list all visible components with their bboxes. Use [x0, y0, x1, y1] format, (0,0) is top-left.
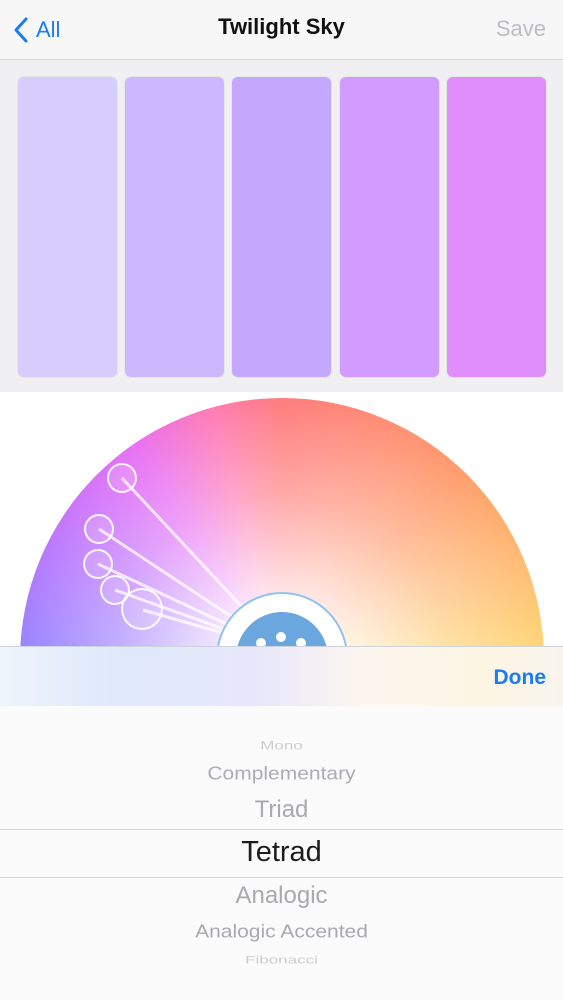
swatch-1[interactable] — [18, 77, 117, 377]
color-handle-3[interactable] — [83, 549, 113, 579]
save-button[interactable]: Save — [496, 16, 546, 42]
swatch-4[interactable] — [340, 77, 439, 377]
navigation-bar: All Twilight Sky Save — [0, 0, 563, 60]
picker-option-selected[interactable]: Tetrad — [0, 836, 563, 869]
picker-selection-line-bottom — [0, 877, 563, 878]
swatch-5[interactable] — [447, 77, 546, 377]
color-wheel-area — [0, 392, 563, 650]
color-handle-1[interactable] — [107, 463, 137, 493]
picker-option-triad[interactable]: Triad — [0, 796, 563, 824]
picker-option-analogic-accented[interactable]: Analogic Accented — [0, 921, 563, 943]
picker-option-analogic[interactable]: Analogic — [0, 882, 563, 910]
picker-option-complementary[interactable]: Complementary — [0, 763, 563, 785]
picker-selection-line-top — [0, 829, 563, 830]
swatch-3[interactable] — [232, 77, 331, 377]
scheme-picker[interactable]: Mono Complementary Triad Tetrad Analogic… — [0, 706, 563, 1000]
knob-dot — [276, 632, 286, 642]
swatch-2[interactable] — [125, 77, 224, 377]
color-handle-5[interactable] — [121, 588, 163, 630]
page-title: Twilight Sky — [218, 14, 345, 39]
picker-option-fibonacci[interactable]: Fibonacci — [0, 954, 563, 967]
picker-option-mono[interactable]: Mono — [0, 739, 563, 753]
palette-swatches — [0, 60, 563, 392]
color-handle-2[interactable] — [84, 514, 114, 544]
wheel-center-core — [236, 612, 328, 650]
picker-toolbar: Done — [0, 646, 563, 706]
done-button[interactable]: Done — [494, 666, 547, 690]
